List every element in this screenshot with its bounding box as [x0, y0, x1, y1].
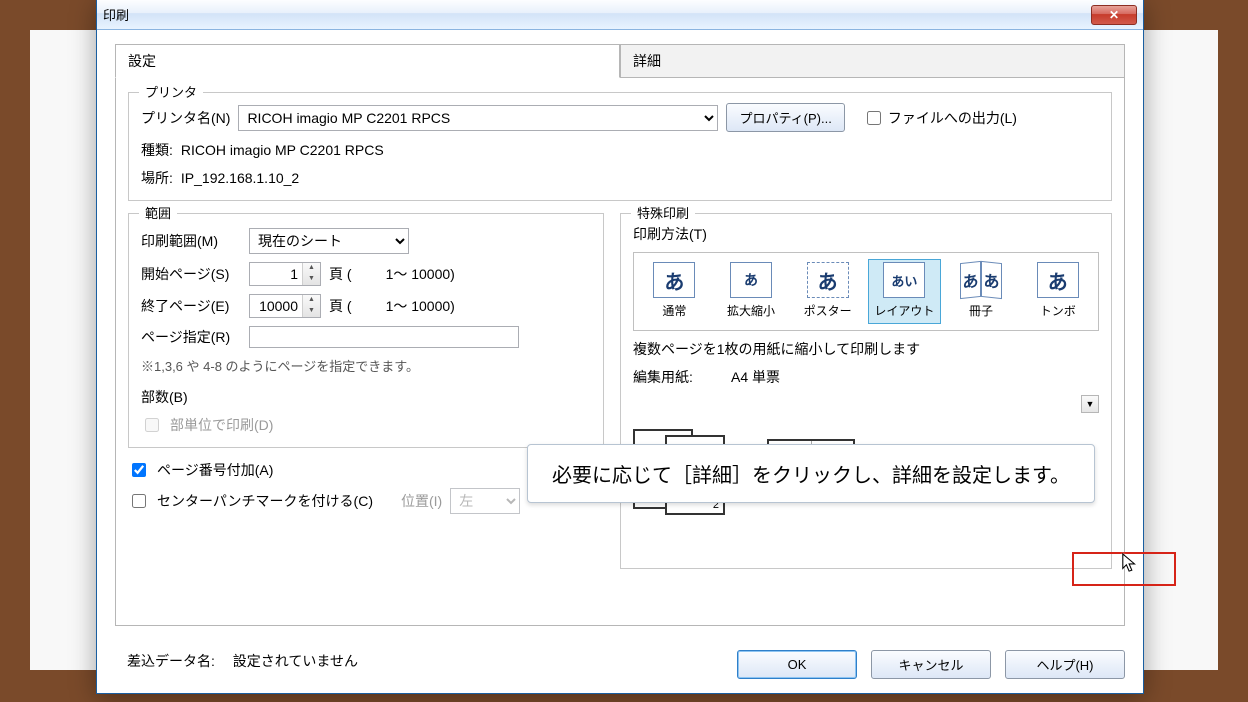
- edit-paper-value: A4 単票: [731, 367, 780, 387]
- output-to-file-checkbox[interactable]: [867, 111, 881, 125]
- method-booklet[interactable]: ああ冊子: [945, 259, 1018, 324]
- print-method-label: 印刷方法(T): [633, 224, 707, 244]
- collate-label: 部単位で印刷(D): [170, 415, 273, 435]
- legend-range: 範囲: [139, 203, 177, 222]
- tab-settings[interactable]: 設定: [115, 44, 620, 78]
- window-title: 印刷: [103, 5, 129, 24]
- print-range-label: 印刷範囲(M): [141, 231, 241, 251]
- printer-type-label: 種類:: [141, 140, 173, 160]
- collate-checkbox: [145, 418, 159, 432]
- start-page-label: 開始ページ(S): [141, 264, 241, 284]
- method-scale[interactable]: あ拡大縮小: [715, 259, 788, 324]
- method-normal[interactable]: あ通常: [638, 259, 711, 324]
- print-dialog: 印刷 ✕ 設定 詳細 プリンタ プリンタ名(N) RICOH imagio MP…: [96, 0, 1144, 694]
- legend-printer: プリンタ: [139, 82, 203, 101]
- page-number-label: ページ番号付加(A): [157, 460, 273, 480]
- fieldset-printer: プリンタ プリンタ名(N) RICOH imagio MP C2201 RPCS…: [128, 92, 1112, 201]
- merge-data-row: 差込データ名: 設定されていません: [127, 651, 358, 671]
- position-label: 位置(I): [401, 491, 442, 511]
- edit-paper-label: 編集用紙:: [633, 367, 723, 387]
- printer-location-label: 場所:: [141, 168, 173, 188]
- instruction-tooltip: 必要に応じて［詳細］をクリックし、詳細を設定します。: [527, 444, 1095, 503]
- titlebar: 印刷 ✕: [97, 0, 1143, 30]
- spinner-up-icon[interactable]: ▲: [303, 263, 320, 274]
- printer-location-value: IP_192.168.1.10_2: [181, 170, 299, 186]
- method-poster[interactable]: あポスター: [791, 259, 864, 324]
- method-desc: 複数ページを1枚の用紙に縮小して印刷します: [633, 339, 920, 359]
- spinner-down-icon[interactable]: ▼: [303, 274, 320, 285]
- printer-name-select[interactable]: RICOH imagio MP C2201 RPCS: [238, 105, 718, 131]
- ok-button[interactable]: OK: [737, 650, 857, 679]
- fieldset-special: 特殊印刷 印刷方法(T) あ通常 あ拡大縮小 あポスター あいレイアウト ああ冊…: [620, 213, 1112, 569]
- page-number-checkbox[interactable]: [132, 463, 146, 477]
- position-select: 左: [450, 488, 520, 514]
- legend-special: 特殊印刷: [631, 203, 695, 222]
- end-page-label: 終了ページ(E): [141, 296, 241, 316]
- help-button[interactable]: ヘルプ(H): [1005, 650, 1125, 679]
- dropdown-icon[interactable]: ▼: [1081, 395, 1099, 413]
- method-layout[interactable]: あいレイアウト: [868, 259, 941, 324]
- center-punch-checkbox[interactable]: [132, 494, 146, 508]
- fieldset-range: 範囲 印刷範囲(M) 現在のシート 開始ページ(S) ▲▼: [128, 213, 604, 448]
- cancel-button[interactable]: キャンセル: [871, 650, 991, 679]
- page-spec-label: ページ指定(R): [141, 327, 241, 347]
- method-trim[interactable]: あトンボ: [1021, 259, 1094, 324]
- page-spec-hint: ※1,3,6 や 4-8 のようにページを指定できます。: [141, 356, 591, 375]
- output-to-file-label: ファイルへの出力(L): [888, 108, 1017, 128]
- close-button[interactable]: ✕: [1091, 5, 1137, 25]
- printer-name-label: プリンタ名(N): [141, 108, 230, 128]
- page-spec-input[interactable]: [249, 326, 519, 348]
- properties-button[interactable]: プロパティ(P)...: [726, 103, 844, 132]
- start-page-input[interactable]: ▲▼: [249, 262, 321, 286]
- spinner-up-icon[interactable]: ▲: [303, 295, 320, 306]
- printer-type-value: RICOH imagio MP C2201 RPCS: [181, 142, 384, 158]
- center-punch-label: センターパンチマークを付ける(C): [157, 491, 373, 511]
- print-methods: あ通常 あ拡大縮小 あポスター あいレイアウト ああ冊子 あトンボ: [633, 252, 1099, 331]
- print-range-select[interactable]: 現在のシート: [249, 228, 409, 254]
- spinner-down-icon[interactable]: ▼: [303, 306, 320, 317]
- copies-label: 部数(B): [141, 387, 241, 407]
- end-page-input[interactable]: ▲▼: [249, 294, 321, 318]
- tab-details[interactable]: 詳細: [620, 44, 1125, 78]
- close-icon: ✕: [1109, 8, 1119, 22]
